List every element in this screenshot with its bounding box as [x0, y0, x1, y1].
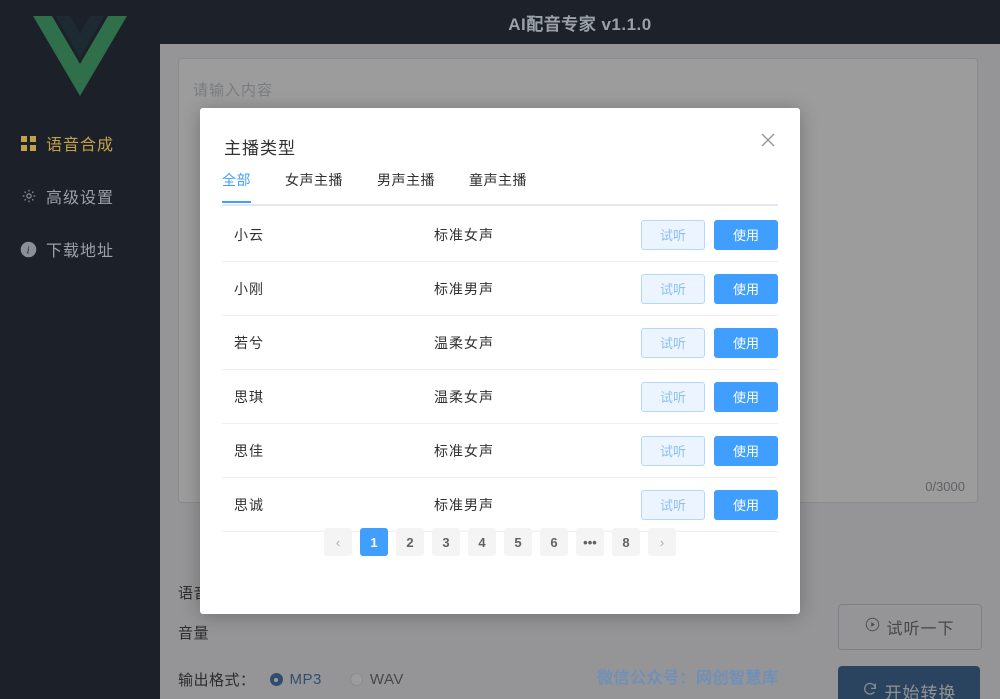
pagination-page-2[interactable]: 2: [396, 528, 424, 556]
try-button[interactable]: 试听: [641, 489, 705, 520]
pagination-page-6[interactable]: 6: [540, 528, 568, 556]
window-title: AI配音专家 v1.1.0: [160, 0, 1000, 44]
use-button[interactable]: 使用: [714, 273, 778, 304]
table-row: 思诚 标准男声 试听 使用: [222, 478, 778, 532]
use-button[interactable]: 使用: [714, 381, 778, 412]
try-button[interactable]: 试听: [641, 219, 705, 250]
voice-name: 思诚: [234, 496, 264, 513]
voice-desc: 标准女声: [434, 442, 494, 459]
watermark-text: 微信公众号：网创智慧库: [597, 670, 779, 687]
pagination-ellipsis[interactable]: •••: [576, 528, 604, 556]
app-window: 语音合成 高级设置 i 下载地址 AI配音专家 v1.1.0 请输入内容 0/3…: [0, 0, 1000, 699]
voice-name: 思琪: [234, 388, 264, 405]
close-icon[interactable]: [756, 128, 780, 152]
voice-desc: 温柔女声: [434, 334, 494, 351]
sidebar-item-label: 下载地址: [46, 243, 115, 260]
use-button[interactable]: 使用: [714, 327, 778, 358]
sidebar-item-download-address[interactable]: i 下载地址: [0, 234, 160, 264]
sidebar-item-label: 高级设置: [46, 190, 115, 207]
pagination-prev[interactable]: ‹: [324, 528, 352, 556]
try-button[interactable]: 试听: [641, 381, 705, 412]
voice-desc: 温柔女声: [434, 388, 494, 405]
try-button[interactable]: 试听: [641, 273, 705, 304]
pagination-page-4[interactable]: 4: [468, 528, 496, 556]
table-row: 小云 标准女声 试听 使用: [222, 208, 778, 262]
try-button[interactable]: 试听: [641, 435, 705, 466]
try-button[interactable]: 试听: [641, 327, 705, 358]
voice-desc: 标准男声: [434, 280, 494, 297]
dialog-title: 主播类型: [224, 139, 296, 158]
use-button[interactable]: 使用: [714, 489, 778, 520]
row-actions: 试听 使用: [641, 489, 778, 520]
pagination: ‹ 1 2 3 4 5 6 ••• 8 ›: [200, 528, 800, 556]
sidebar-item-advanced-settings[interactable]: 高级设置: [0, 181, 160, 211]
row-actions: 试听 使用: [641, 381, 778, 412]
pagination-page-1[interactable]: 1: [360, 528, 388, 556]
sidebar-item-speech-synthesis[interactable]: 语音合成: [0, 128, 160, 158]
row-actions: 试听 使用: [641, 219, 778, 250]
tab-female[interactable]: 女声主播: [285, 170, 343, 201]
pagination-next[interactable]: ›: [648, 528, 676, 556]
use-button[interactable]: 使用: [714, 435, 778, 466]
tab-all[interactable]: 全部: [222, 170, 251, 203]
table-row: 思琪 温柔女声 试听 使用: [222, 370, 778, 424]
voice-desc: 标准女声: [434, 226, 494, 243]
voice-name: 小刚: [234, 280, 264, 297]
voice-desc: 标准男声: [434, 496, 494, 513]
info-icon: i: [20, 241, 37, 258]
table-row: 思佳 标准女声 试听 使用: [222, 424, 778, 478]
tab-male[interactable]: 男声主播: [377, 170, 435, 201]
voice-list: 小云 标准女声 试听 使用 小刚 标准男声 试听 使用 若兮 温柔女声 试听 使…: [222, 208, 778, 532]
pagination-page-8[interactable]: 8: [612, 528, 640, 556]
speaker-type-dialog: 主播类型 全部 女声主播 男声主播 童声主播 小云 标准女声 试听 使用 小刚: [200, 108, 800, 614]
voice-name: 思佳: [234, 442, 264, 459]
svg-text:i: i: [27, 245, 31, 256]
pagination-page-5[interactable]: 5: [504, 528, 532, 556]
voice-name: 若兮: [234, 334, 264, 351]
voice-name: 小云: [234, 226, 264, 243]
sidebar-item-label: 语音合成: [46, 137, 115, 154]
gear-icon: [20, 188, 37, 205]
table-row: 小刚 标准男声 试听 使用: [222, 262, 778, 316]
use-button[interactable]: 使用: [714, 219, 778, 250]
row-actions: 试听 使用: [641, 435, 778, 466]
row-actions: 试听 使用: [641, 327, 778, 358]
sidebar: 语音合成 高级设置 i 下载地址: [0, 0, 160, 699]
table-row: 若兮 温柔女声 试听 使用: [222, 316, 778, 370]
dialog-tabs: 全部 女声主播 男声主播 童声主播: [222, 170, 778, 206]
pagination-page-3[interactable]: 3: [432, 528, 460, 556]
grid-icon: [20, 135, 37, 152]
tab-child[interactable]: 童声主播: [469, 170, 527, 201]
sidebar-nav: 语音合成 高级设置 i 下载地址: [0, 128, 160, 287]
vue-logo: [33, 12, 127, 98]
row-actions: 试听 使用: [641, 273, 778, 304]
